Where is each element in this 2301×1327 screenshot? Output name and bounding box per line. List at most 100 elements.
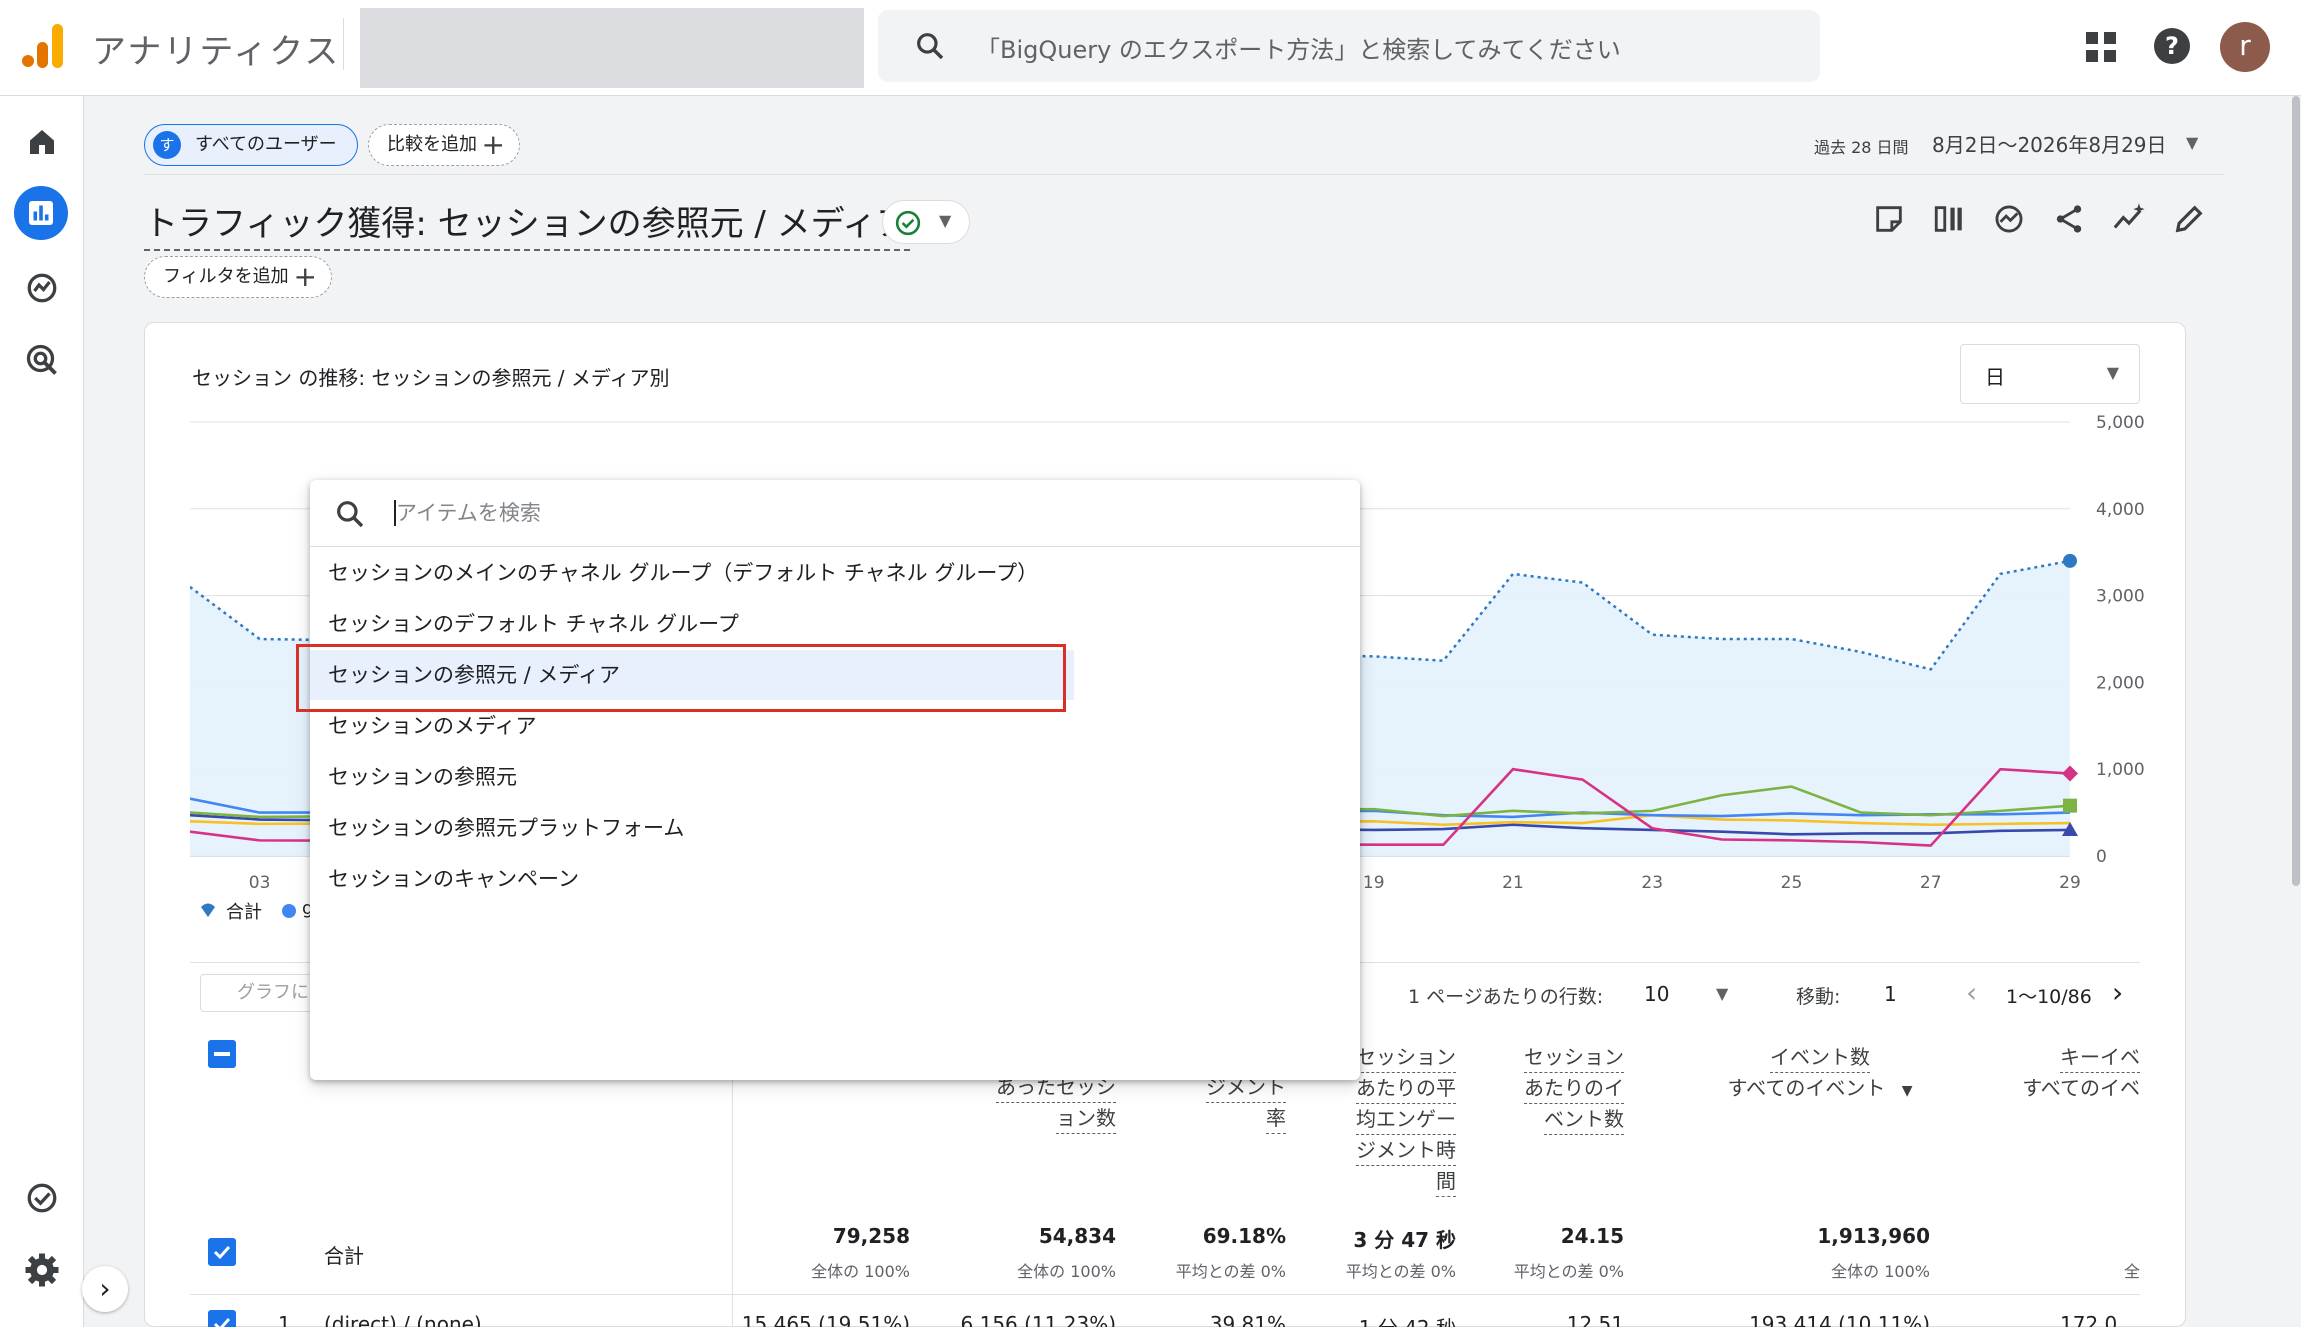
y-tick-label: 0 xyxy=(2096,847,2107,867)
date-dropdown-arrow-icon[interactable]: ▼ xyxy=(2186,133,2198,152)
header-engaged-sessions[interactable]: あったセッシ ョン数 xyxy=(980,1072,1116,1134)
total-engagement-rate-sub: 平均との差 0% xyxy=(1175,1262,1286,1281)
series-green-marker xyxy=(2063,798,2077,813)
legend-marker-direct xyxy=(282,904,296,918)
configure-check-icon[interactable] xyxy=(24,1180,60,1216)
total-avg-engagement-time-sub: 平均との差 0% xyxy=(1345,1262,1456,1281)
compare-columns-icon[interactable] xyxy=(1932,202,1966,236)
global-search-bar[interactable]: 「BigQuery のエクスポート方法」と検索してみてください xyxy=(878,10,1820,82)
total-events-per-session-sub: 平均との差 0% xyxy=(1513,1262,1624,1281)
chevron-down-icon[interactable]: ▼ xyxy=(1716,984,1728,1003)
rows-per-page-select[interactable]: 10 xyxy=(1644,982,1669,1006)
row-key-events: 172.0 xyxy=(2060,1312,2118,1327)
search-icon xyxy=(917,33,944,60)
expand-nav-chevron-icon[interactable]: › xyxy=(82,1266,128,1312)
dimension-option[interactable]: セッションのデフォルト チャネル グループ xyxy=(310,599,1360,649)
plus-icon: + xyxy=(481,128,505,161)
header-line: セッション xyxy=(1524,1042,1624,1073)
series-total-marker xyxy=(2063,553,2077,568)
share-icon[interactable] xyxy=(2052,202,2086,236)
add-comparison-button[interactable]: 比較を追加 + xyxy=(368,124,520,166)
total-row-label: 合計 xyxy=(324,1244,364,1268)
header-divider xyxy=(343,18,344,70)
header-line: ベント数 xyxy=(1544,1104,1624,1135)
segment-chip-all-users[interactable]: す すべてのユーザー xyxy=(144,124,358,166)
text-cursor xyxy=(394,500,396,526)
total-sessions-sub: 全体の 100% xyxy=(811,1262,910,1281)
row-sessions: 15,465 (19.51%) xyxy=(741,1312,910,1327)
report-status-dropdown[interactable]: ▼ xyxy=(882,200,970,244)
total-engaged-sessions: 54,834 xyxy=(1038,1224,1116,1248)
home-icon[interactable] xyxy=(24,124,60,160)
total-sessions: 79,258 xyxy=(832,1224,910,1248)
header-event-count[interactable]: イベント数 すべてのイベント ▼ xyxy=(1710,1042,1930,1106)
header-line: 均エンゲー xyxy=(1356,1104,1456,1135)
x-tick-label: 29 xyxy=(2059,873,2081,890)
x-tick-label: 23 xyxy=(1641,873,1663,890)
row-rank: 1 xyxy=(278,1312,291,1327)
add-comparison-label: 比較を追加 xyxy=(387,134,477,155)
key-event-filter-select[interactable]: すべてのイベ xyxy=(2022,1076,2140,1100)
dimension-option[interactable]: セッションのキャンペーン xyxy=(310,854,1360,904)
time-granularity-select[interactable]: 日 ▼ xyxy=(1960,344,2140,404)
chevron-down-icon: ▼ xyxy=(2106,363,2119,382)
total-engaged-sessions-sub: 全体の 100% xyxy=(1017,1262,1116,1281)
insights-icon[interactable] xyxy=(1992,202,2026,236)
explore-icon[interactable] xyxy=(24,270,60,306)
total-event-count-sub: 全体の 100% xyxy=(1831,1262,1930,1281)
graph-search-input[interactable]: グラフに xyxy=(200,974,320,1012)
dimension-search-input[interactable] xyxy=(396,494,1296,532)
app-title: アナリティクス xyxy=(92,32,341,72)
plus-icon: + xyxy=(293,260,317,293)
advertising-icon[interactable] xyxy=(24,342,60,378)
notes-icon[interactable] xyxy=(1872,202,1906,236)
goto-page-label: 移動: xyxy=(1796,986,1841,1008)
rows-per-page-label: 1 ページあたりの行数: xyxy=(1408,986,1604,1008)
x-tick-label: 03 xyxy=(249,873,271,890)
y-tick-label: 4,000 xyxy=(2096,500,2145,520)
previous-page-chevron-icon[interactable]: ‹ xyxy=(1966,976,1977,1009)
trend-sparkle-icon[interactable] xyxy=(2112,202,2146,236)
analytics-logo-icon[interactable] xyxy=(22,24,64,68)
header-line: ジメント時 xyxy=(1356,1135,1456,1166)
header-key-events[interactable]: キーイベ すべてのイベ xyxy=(2000,1042,2140,1103)
segment-label: すべてのユーザー xyxy=(195,134,337,155)
chevron-down-icon[interactable]: ▼ xyxy=(1902,1083,1913,1099)
add-filter-label: フィルタを追加 xyxy=(163,266,289,287)
event-filter-select[interactable]: すべてのイベント xyxy=(1728,1076,1886,1100)
account-avatar[interactable]: r xyxy=(2220,22,2270,72)
header-line: ョン数 xyxy=(1056,1103,1116,1134)
dimension-option[interactable]: セッションのメインのチャネル グループ（デフォルト チャネル グループ） xyxy=(310,548,1360,598)
header-line: セッション xyxy=(1356,1042,1456,1073)
dimension-option[interactable]: セッションの参照元プラットフォーム xyxy=(310,803,1360,853)
report-title[interactable]: トラフィック獲得: セッションの参照元 / メディア xyxy=(144,196,911,251)
date-range-picker[interactable]: 8月2日～2026年8月29日 xyxy=(1932,129,2167,158)
apps-grid-icon[interactable] xyxy=(2084,30,2118,64)
edit-pencil-icon[interactable] xyxy=(2172,202,2206,236)
header-line: 間 xyxy=(1436,1166,1456,1197)
scrollbar-thumb[interactable] xyxy=(2292,96,2300,886)
row-dimension-value[interactable]: (direct) / (none) xyxy=(324,1312,482,1327)
header-line: イベント数 xyxy=(1770,1042,1870,1073)
total-events-per-session: 24.15 xyxy=(1560,1224,1624,1248)
total-avg-engagement-time: 3 分 47 秒 xyxy=(1353,1228,1456,1252)
x-tick-label: 21 xyxy=(1502,873,1524,890)
next-page-chevron-icon[interactable]: › xyxy=(2112,976,2123,1009)
select-all-checkbox[interactable] xyxy=(208,1040,236,1068)
legend-marker-total-icon xyxy=(201,903,215,917)
row-checkbox[interactable] xyxy=(208,1310,236,1327)
header-line: あたりの平 xyxy=(1356,1073,1456,1104)
help-icon[interactable]: ? xyxy=(2154,28,2190,64)
header-engagement-rate[interactable]: ジメント 率 xyxy=(1180,1072,1286,1134)
dimension-option[interactable]: セッションの参照元 xyxy=(310,752,1360,802)
settings-gear-icon[interactable] xyxy=(24,1252,60,1288)
total-row-checkbox[interactable] xyxy=(208,1238,236,1266)
chevron-down-icon: ▼ xyxy=(939,211,952,230)
row-event-count: 193,414 (10.11%) xyxy=(1749,1312,1930,1327)
header-line: あたりのイ xyxy=(1524,1073,1624,1104)
goto-page-input[interactable]: 1 xyxy=(1884,982,1897,1006)
add-filter-button[interactable]: フィルタを追加 + xyxy=(144,256,332,298)
property-selector-redacted[interactable] xyxy=(360,8,864,88)
header-events-per-session[interactable]: セッション あたりのイ ベント数 xyxy=(1504,1042,1624,1135)
header-avg-engagement-time[interactable]: セッション あたりの平 均エンゲー ジメント時 間 xyxy=(1350,1042,1456,1197)
